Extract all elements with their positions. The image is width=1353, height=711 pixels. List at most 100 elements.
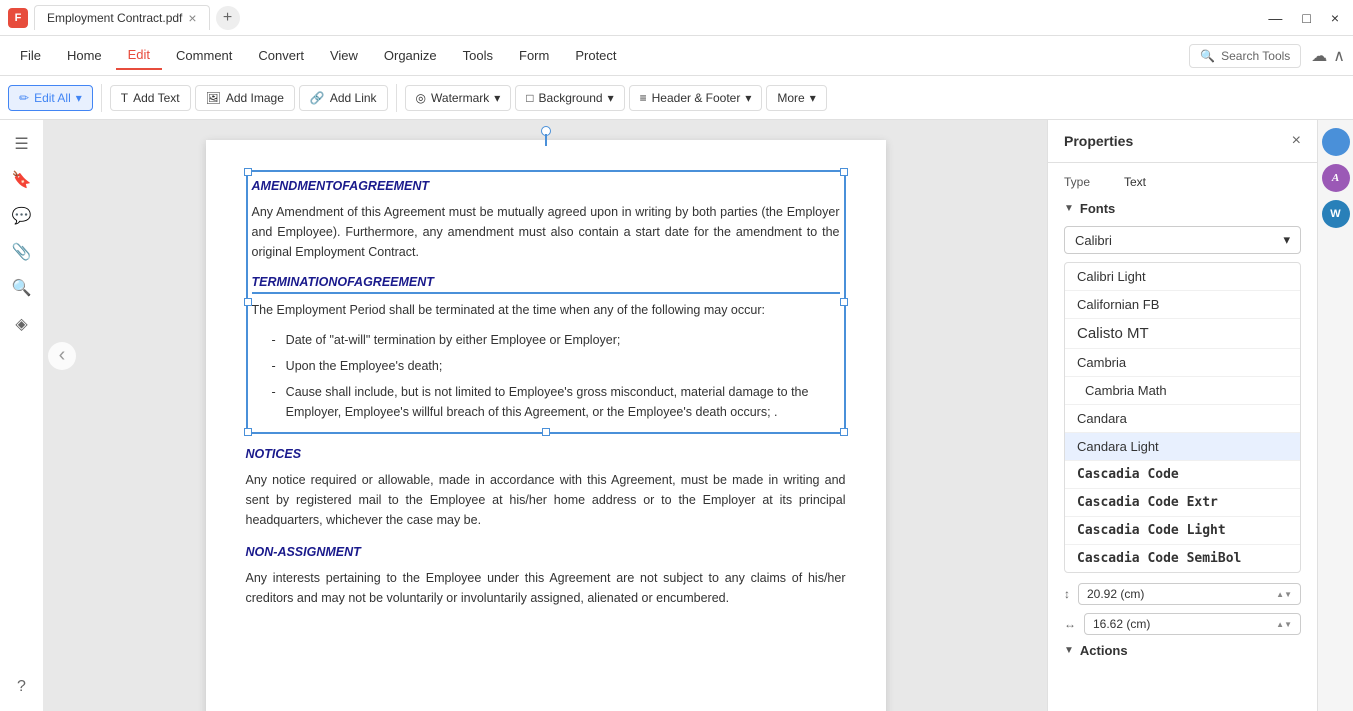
- toolbar-divider-2: [396, 84, 397, 112]
- font-item-californian-fb[interactable]: Californian FB: [1065, 291, 1300, 319]
- pdf-page: AMENDMENTOFAGREEMENT Any Amendment of th…: [206, 140, 886, 711]
- watermark-icon: ◎: [416, 91, 426, 105]
- document-area[interactable]: AMENDMENTOFAGREEMENT Any Amendment of th…: [44, 120, 1047, 711]
- properties-panel: Properties × Type Text ▼ Fonts Calibri ▾: [1047, 120, 1317, 711]
- font-item-candara[interactable]: Candara: [1065, 405, 1300, 433]
- far-right-bar: A W: [1317, 120, 1353, 711]
- add-link-button[interactable]: 🔗 Add Link: [299, 85, 388, 111]
- add-image-button[interactable]: 🖼 Add Image: [195, 85, 295, 111]
- background-button[interactable]: □ Background ▾: [515, 85, 624, 111]
- section-notices: NOTICES Any notice required or allowable…: [246, 444, 846, 530]
- heading-amendment: AMENDMENTOFAGREEMENT: [252, 176, 840, 196]
- menu-protect[interactable]: Protect: [563, 42, 628, 69]
- menu-file[interactable]: File: [8, 42, 53, 69]
- more-button[interactable]: More ▾: [766, 85, 826, 111]
- handle-bl[interactable]: [244, 428, 252, 436]
- handle-tr[interactable]: [840, 168, 848, 176]
- close-button[interactable]: ×: [1325, 10, 1345, 26]
- add-image-icon: 🖼: [206, 91, 221, 105]
- cloud-icon[interactable]: ☁: [1311, 46, 1327, 66]
- handle-br[interactable]: [840, 428, 848, 436]
- handle-tl[interactable]: [244, 168, 252, 176]
- panel-title: Properties: [1064, 133, 1133, 149]
- sidebar-icon-pages[interactable]: ☰: [6, 128, 38, 160]
- edit-all-button[interactable]: ✏ Edit All ▾: [8, 85, 93, 111]
- selected-font-label: Calibri: [1075, 233, 1112, 248]
- sidebar-icon-attachments[interactable]: 📎: [6, 236, 38, 268]
- heading-termination: TERMINATIONOFAGREEMENT: [252, 272, 840, 294]
- header-footer-label: Header & Footer: [652, 91, 741, 105]
- prev-page-button[interactable]: ‹: [48, 342, 76, 370]
- tab-close-button[interactable]: ×: [188, 10, 196, 26]
- menu-tools[interactable]: Tools: [451, 42, 505, 69]
- font-item-calisto-mt[interactable]: Calisto MT: [1065, 319, 1300, 349]
- width-icon: ↔: [1064, 617, 1076, 631]
- menu-edit[interactable]: Edit: [116, 41, 162, 70]
- bullet-dash-3: -: [272, 382, 276, 422]
- bullet-dash-1: -: [272, 330, 276, 350]
- width-input[interactable]: 16.62 (cm) ▲▼: [1084, 613, 1301, 635]
- left-sidebar: ☰ 🔖 💬 📎 🔍 ◈ ?: [0, 120, 44, 711]
- handle-mr[interactable]: [840, 298, 848, 306]
- sidebar-icon-layers[interactable]: ◈: [6, 308, 38, 340]
- height-input[interactable]: 20.92 (cm) ▲▼: [1078, 583, 1301, 605]
- handle-bm[interactable]: [542, 428, 550, 436]
- ai-assistant-icon[interactable]: A: [1322, 164, 1350, 192]
- font-item-cambria[interactable]: Cambria: [1065, 349, 1300, 377]
- sidebar-icon-help[interactable]: ?: [6, 671, 38, 703]
- add-text-button[interactable]: T Add Text: [110, 85, 191, 111]
- height-stepper[interactable]: ▲▼: [1276, 590, 1292, 599]
- font-item-cascadia-code-semibold[interactable]: Cascadia Code SemiBol: [1065, 545, 1300, 572]
- background-icon: □: [526, 91, 533, 105]
- text-block-amendment[interactable]: AMENDMENTOFAGREEMENT Any Amendment of th…: [246, 170, 846, 434]
- watermark-dropdown-icon: ▾: [494, 91, 500, 105]
- font-item-cascadia-code-extra[interactable]: Cascadia Code Extr: [1065, 489, 1300, 517]
- background-dropdown-icon: ▾: [608, 91, 614, 105]
- font-selector[interactable]: Calibri ▾: [1064, 226, 1301, 254]
- watermark-label: Watermark: [431, 91, 489, 105]
- sidebar-icon-search[interactable]: 🔍: [6, 272, 38, 304]
- handle-ml[interactable]: [244, 298, 252, 306]
- font-item-candara-light[interactable]: Candara Light: [1065, 433, 1300, 461]
- titlebar: F Employment Contract.pdf × + — □ ×: [0, 0, 1353, 36]
- panel-header: Properties ×: [1048, 120, 1317, 163]
- add-text-icon: T: [121, 91, 128, 105]
- fonts-section-toggle[interactable]: ▼ Fonts: [1064, 201, 1301, 216]
- font-item-calibri-light[interactable]: Calibri Light: [1065, 263, 1300, 291]
- menu-view[interactable]: View: [318, 42, 370, 69]
- maximize-button[interactable]: □: [1296, 10, 1316, 26]
- body-notices: Any notice required or allowable, made i…: [246, 470, 846, 530]
- watermark-button[interactable]: ◎ Watermark ▾: [405, 85, 512, 111]
- header-footer-button[interactable]: ≡ Header & Footer ▾: [629, 85, 763, 111]
- menu-home[interactable]: Home: [55, 42, 114, 69]
- panel-close-button[interactable]: ×: [1292, 132, 1301, 150]
- edit-dropdown-icon: ▾: [76, 91, 82, 105]
- menu-form[interactable]: Form: [507, 42, 561, 69]
- actions-section-toggle[interactable]: ▼ Actions: [1064, 643, 1301, 658]
- section-non-assignment: NON-ASSIGNMENT Any interests pertaining …: [246, 542, 846, 608]
- menu-organize[interactable]: Organize: [372, 42, 449, 69]
- active-tab[interactable]: Employment Contract.pdf ×: [34, 5, 210, 30]
- menu-convert[interactable]: Convert: [246, 42, 316, 69]
- width-stepper[interactable]: ▲▼: [1276, 620, 1292, 629]
- bullet-text-3: Cause shall include, but is not limited …: [286, 382, 840, 422]
- font-item-cambria-math[interactable]: Cambria Math: [1065, 377, 1300, 405]
- menu-comment[interactable]: Comment: [164, 42, 244, 69]
- add-link-icon: 🔗: [310, 91, 325, 105]
- heading-notices: NOTICES: [246, 444, 846, 464]
- new-tab-button[interactable]: +: [216, 6, 240, 30]
- user-icon[interactable]: [1322, 128, 1350, 156]
- sidebar-icon-bookmarks[interactable]: 🔖: [6, 164, 38, 196]
- minimize-button[interactable]: —: [1262, 10, 1288, 26]
- bullet-2: - Upon the Employee's death;: [252, 356, 840, 376]
- font-item-cascadia-code[interactable]: Cascadia Code: [1065, 461, 1300, 489]
- search-tools-button[interactable]: 🔍 Search Tools: [1189, 44, 1301, 68]
- search-icon: 🔍: [1200, 49, 1215, 63]
- panel-body: Type Text ▼ Fonts Calibri ▾ Calibri Ligh…: [1048, 163, 1317, 711]
- header-footer-icon: ≡: [640, 91, 647, 105]
- collapse-top-icon[interactable]: ∧: [1333, 46, 1345, 66]
- sidebar-icon-comments[interactable]: 💬: [6, 200, 38, 232]
- word-icon[interactable]: W: [1322, 200, 1350, 228]
- width-value: 16.62 (cm): [1093, 617, 1150, 631]
- font-item-cascadia-code-light[interactable]: Cascadia Code Light: [1065, 517, 1300, 545]
